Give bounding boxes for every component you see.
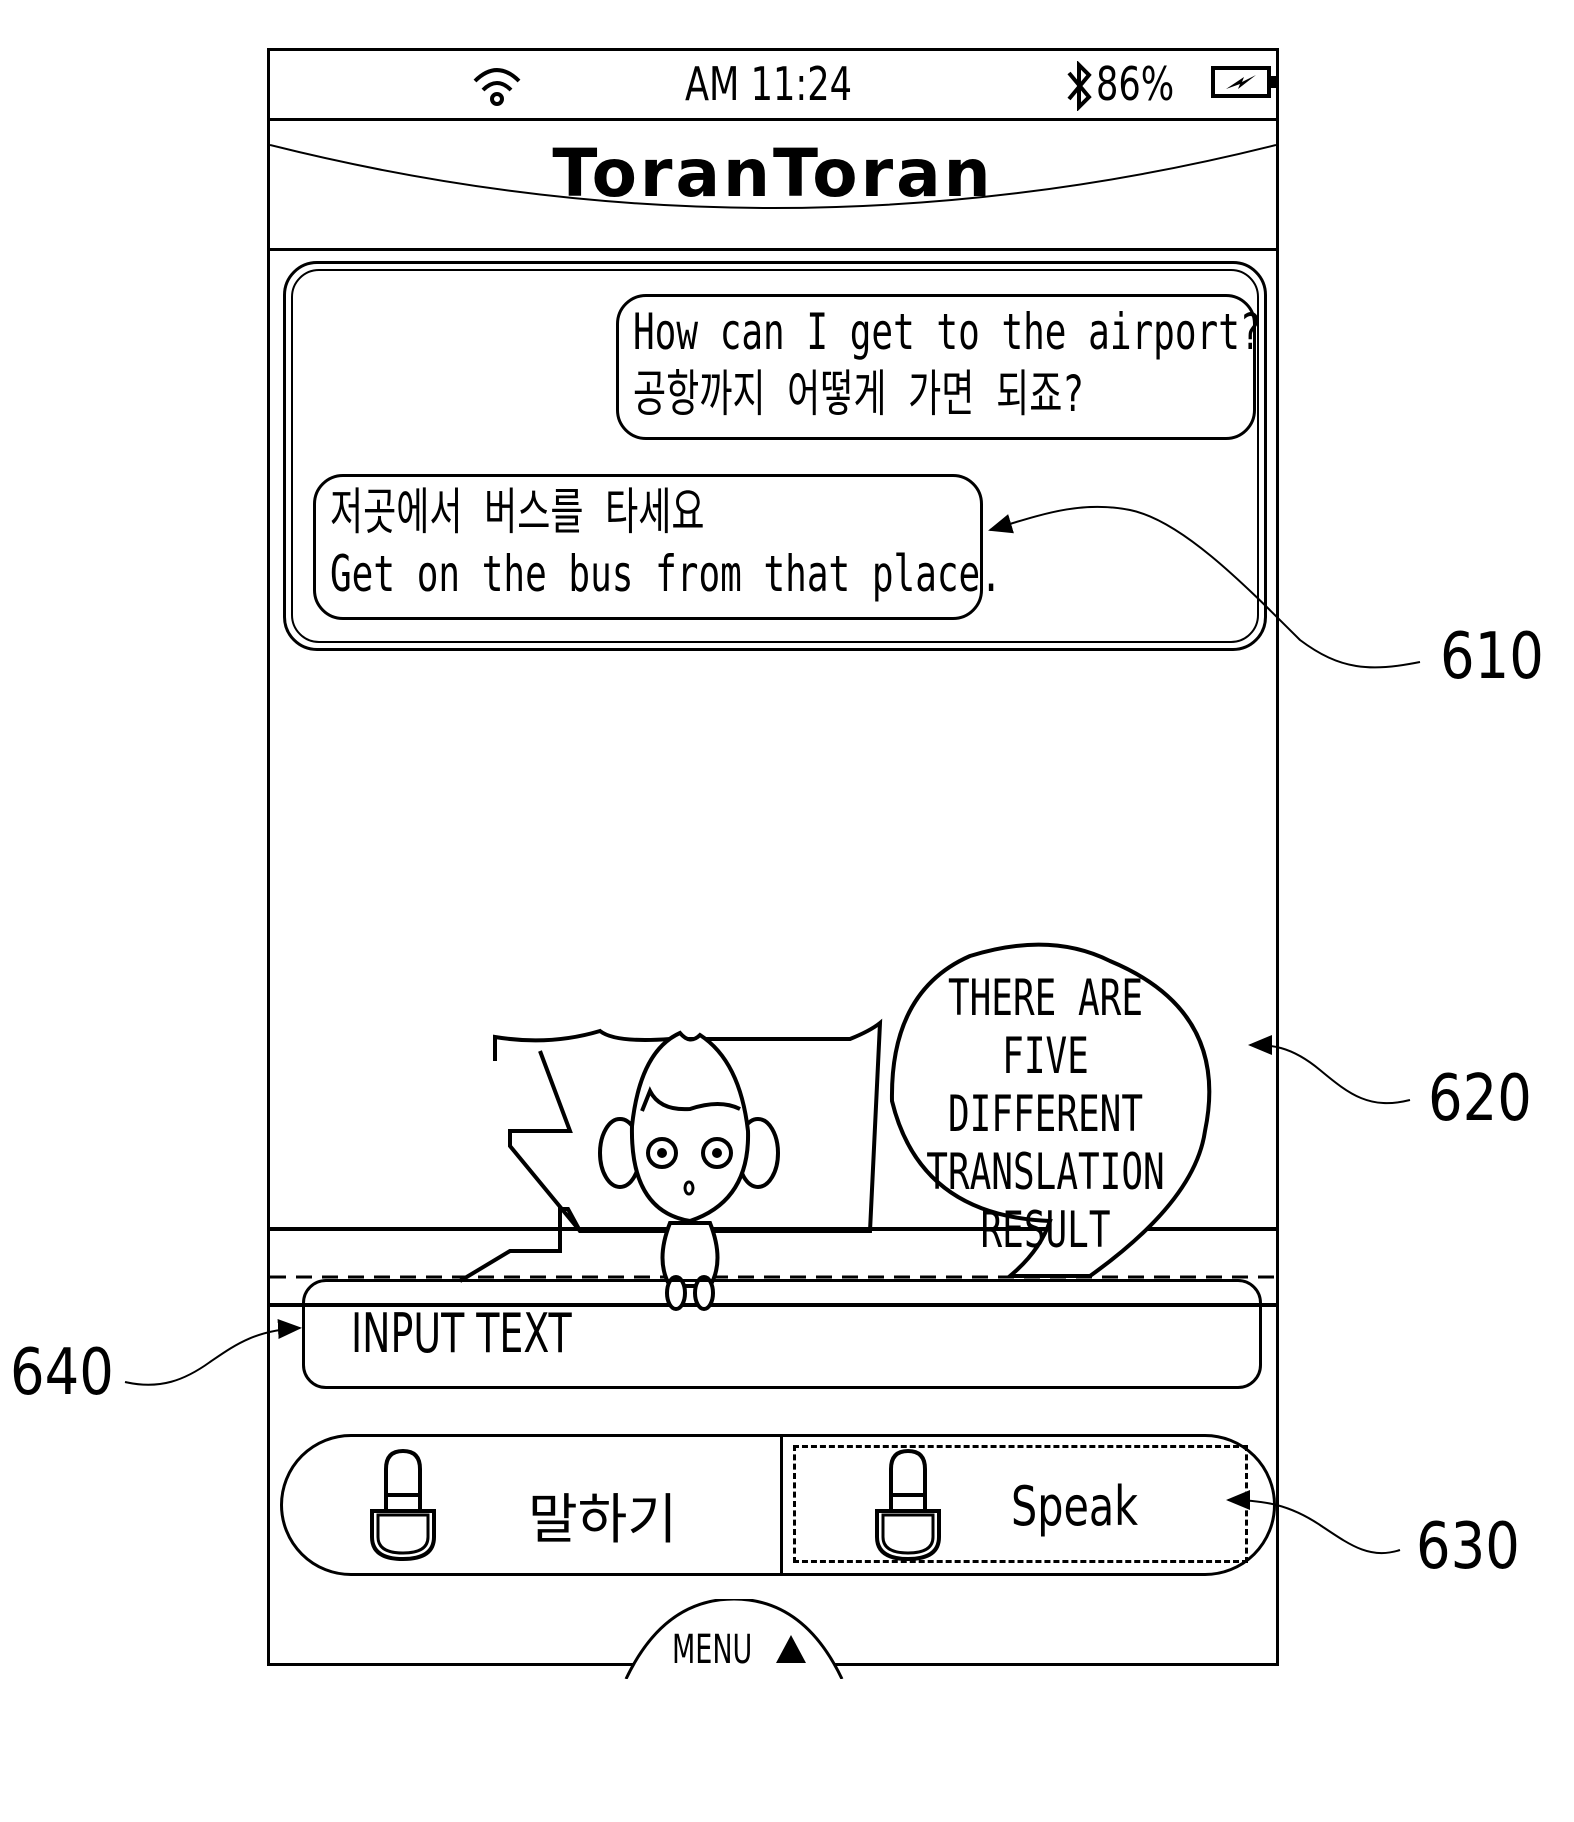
speech-line: THERE ARE <box>947 969 1144 1027</box>
speech-line: RESULT <box>980 1201 1111 1259</box>
chat-message-user[interactable]: How can I get to the airport? 공항까지 어떻게 가… <box>616 294 1262 440</box>
title-bar: ToranToran <box>270 121 1276 251</box>
korean-speak-label: 말하기 <box>528 1488 678 1551</box>
bluetooth-icon <box>1067 61 1092 111</box>
text-input[interactable]: INPUT TEXT <box>302 1279 1262 1389</box>
input-placeholder: INPUT TEXT <box>351 1302 572 1365</box>
triangle-up-icon <box>776 1635 806 1663</box>
clock: AM 11:24 <box>685 57 852 111</box>
microphone-icon <box>370 1448 436 1562</box>
microphone-icon <box>875 1448 941 1562</box>
ref-label-610: 610 <box>1440 620 1544 694</box>
ref-label-630: 630 <box>1416 1510 1520 1584</box>
english-speak-button[interactable]: Speak <box>783 1437 1273 1573</box>
wifi-icon <box>473 68 521 106</box>
battery-charging-icon <box>1211 66 1276 98</box>
battery-percent: 86% <box>1096 57 1175 111</box>
menu-label: MENU <box>672 1627 753 1673</box>
message-text-english: Get on the bus from that place. <box>330 545 1002 603</box>
character-scene: THERE ARE FIVE DIFFERENT TRANSLATION RES… <box>270 931 1276 1311</box>
status-bar: AM 11:24 86% <box>270 51 1276 121</box>
ref-label-640: 640 <box>10 1336 114 1410</box>
app-title: ToranToran <box>552 135 994 212</box>
mascot-character <box>598 1030 780 1311</box>
speak-button-bar: 말하기 Speak <box>280 1434 1276 1576</box>
speech-line: FIVE DIFFERENT <box>947 1027 1144 1143</box>
message-text-english: How can I get to the airport? <box>633 303 1262 361</box>
speech-line: TRANSLATION <box>926 1143 1165 1201</box>
message-text-korean: 공항까지 어떻게 가면 되죠? <box>633 365 1085 423</box>
english-speak-label: Speak <box>1011 1475 1139 1538</box>
phone-screen: AM 11:24 86% ToranToran How can I get to… <box>267 48 1279 1679</box>
chat-message-reply[interactable]: 저곳에서 버스를 타세요 Get on the bus from that pl… <box>313 474 1002 620</box>
message-text-korean: 저곳에서 버스를 타세요 <box>330 483 705 541</box>
speech-bubble: THERE ARE FIVE DIFFERENT TRANSLATION RES… <box>873 969 1218 1259</box>
menu-button[interactable]: MENU <box>624 1599 844 1679</box>
korean-speak-button[interactable]: 말하기 <box>283 1437 783 1573</box>
chat-panel[interactable]: How can I get to the airport? 공항까지 어떻게 가… <box>283 261 1267 651</box>
ref-label-620: 620 <box>1428 1062 1532 1136</box>
